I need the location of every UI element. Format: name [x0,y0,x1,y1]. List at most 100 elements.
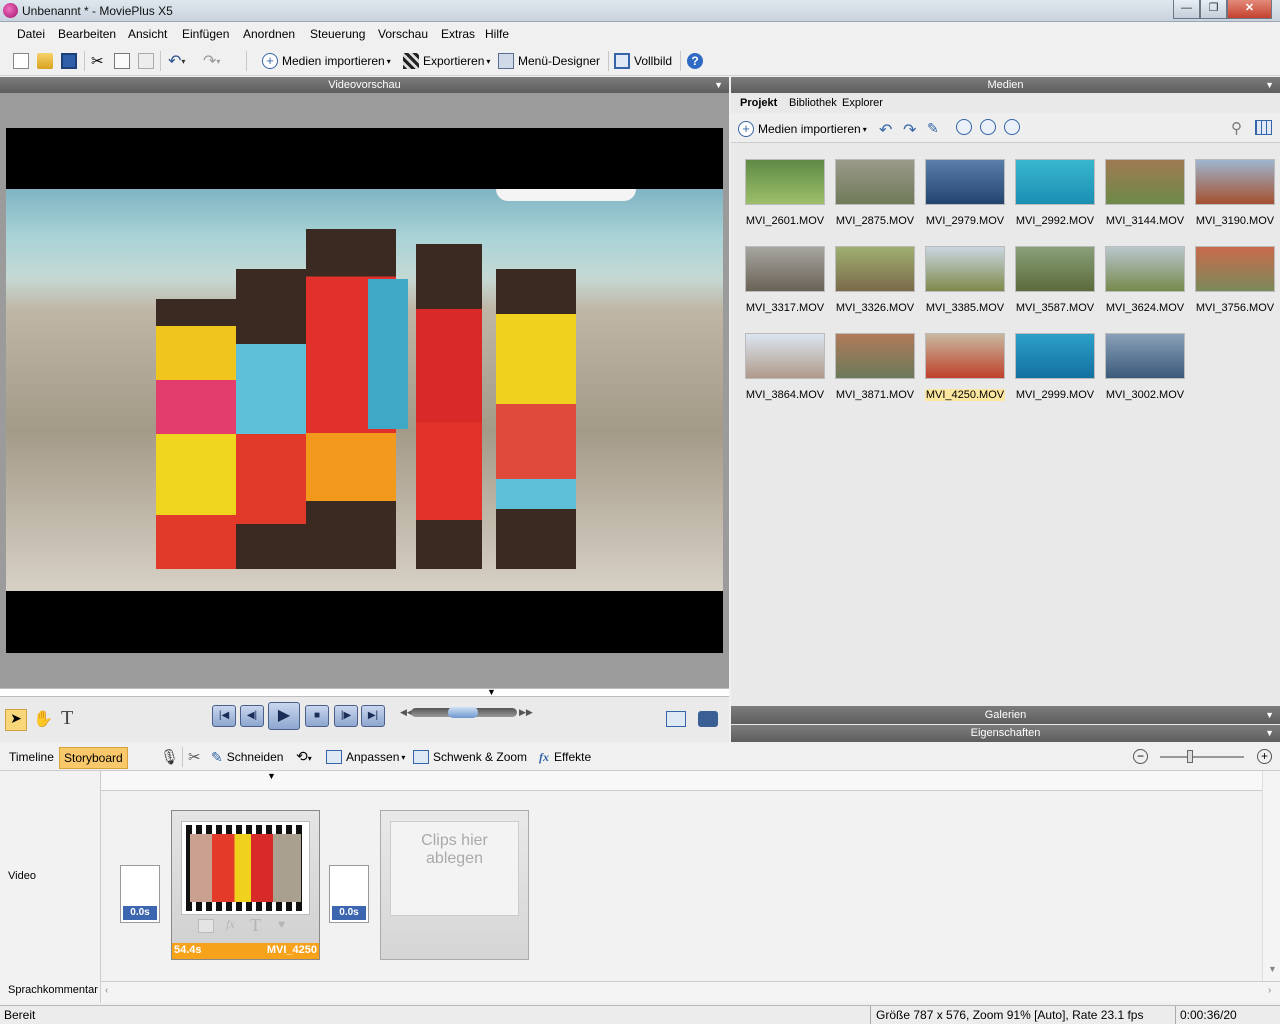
media-filename[interactable]: MVI_3326.MOV [830,302,920,314]
storyboard-clip[interactable]: fx T ♥ 54.4s MVI_4250 [171,810,320,960]
step-forward-icon[interactable]: |▶ [334,705,358,727]
scroll-left-icon[interactable]: ‹ [105,985,108,996]
media-filename[interactable]: MVI_3317.MOV [740,302,830,314]
fast-forward-icon[interactable]: ▶▶ [519,707,533,718]
grid-view-icon[interactable] [1255,120,1272,135]
redo-icon[interactable]: ↷ ▾ [203,51,220,71]
menu-ansicht[interactable]: Ansicht [128,27,167,41]
shuttle-slider[interactable] [411,707,517,718]
fit-button[interactable]: Anpassen ▾ [326,747,405,767]
expand-arrow-icon[interactable]: ▼ [1265,706,1274,724]
go-to-start-icon[interactable]: |◀ [212,705,236,727]
fullscreen-button[interactable]: Vollbild [614,51,672,71]
transition-slot[interactable]: 0.0s [120,865,160,923]
fx-icon[interactable]: fx [226,917,235,932]
tab-bibliothek[interactable]: Bibliothek [789,97,837,109]
paste-icon[interactable] [138,51,154,71]
close-button[interactable]: ✕ [1227,0,1272,19]
shuttle-thumb[interactable] [448,707,478,718]
step-back-icon[interactable]: ◀| [240,705,264,727]
tab-explorer[interactable]: Explorer [842,97,883,109]
tab-timeline[interactable]: Timeline [9,750,54,764]
media-thumbnail[interactable] [1105,159,1185,205]
media-filename[interactable]: MVI_2601.MOV [740,215,830,227]
media-filename[interactable]: MVI_2992.MOV [1010,215,1100,227]
copy-icon[interactable] [114,51,130,71]
expand-arrow-icon[interactable]: ▼ [1265,725,1274,742]
menu-extras[interactable]: Extras [441,27,475,41]
play-icon[interactable]: ▶ [268,702,300,730]
properties-panel[interactable]: Eigenschaften ▼ [731,725,1280,742]
menu-datei[interactable]: Datei [17,27,45,41]
zoom-slider[interactable] [1160,750,1244,763]
snapshot-camera-icon[interactable] [698,711,718,727]
text-icon[interactable]: T [250,915,261,936]
media-filename[interactable]: MVI_4250.MOV [925,389,1005,401]
media-thumbnail[interactable] [835,246,915,292]
menu-einfuegen[interactable]: Einfügen [182,27,229,41]
scroll-down-icon[interactable]: ▼ [1268,964,1277,974]
media-filename[interactable]: MVI_3385.MOV [920,302,1010,314]
media-thumbnail[interactable] [1015,333,1095,379]
pan-zoom-button[interactable]: Schwenk & Zoom [413,747,527,767]
text-tool-icon[interactable]: T [61,707,73,730]
search-icon[interactable]: ⚲ [1231,119,1242,137]
go-to-end-icon[interactable]: ▶| [361,705,385,727]
help-button[interactable]: ? [687,51,703,71]
scrub-bar[interactable]: ▼ [0,687,729,697]
menu-hilfe[interactable]: Hilfe [485,27,509,41]
media-filename[interactable]: MVI_3144.MOV [1100,215,1190,227]
media-thumbnail[interactable] [1105,333,1185,379]
media-thumbnail[interactable] [1105,246,1185,292]
export-button[interactable]: Exportieren ▾ [403,51,490,71]
redo-icon[interactable]: ↷ [903,120,916,140]
media-filename[interactable]: MVI_3190.MOV [1190,215,1280,227]
cut-icon[interactable]: ✂ [91,51,104,71]
media-thumbnail[interactable] [1015,159,1095,205]
media-thumbnail[interactable] [1195,159,1275,205]
playhead-marker-icon[interactable]: ▼ [267,771,276,781]
video-filter-icon[interactable] [956,119,972,138]
media-filename[interactable]: MVI_3002.MOV [1100,389,1190,401]
media-thumbnail[interactable] [835,333,915,379]
transition-slot[interactable]: 0.0s [329,865,369,923]
split-scissors-icon[interactable]: ✂ [188,748,201,766]
minimize-button[interactable]: — [1173,0,1200,19]
zoom-out-icon[interactable]: − [1133,749,1148,764]
undo-icon[interactable]: ↶ [879,120,892,140]
media-thumbnail[interactable] [835,159,915,205]
media-thumbnail[interactable] [745,246,825,292]
galleries-panel[interactable]: Galerien ▼ [731,706,1280,724]
menu-steuerung[interactable]: Steuerung [310,27,365,41]
crop-icon[interactable] [198,919,214,933]
media-filename[interactable]: MVI_3864.MOV [740,389,830,401]
zoom-in-icon[interactable]: + [1257,749,1272,764]
undo-icon[interactable]: ↶ ▾ [168,51,185,71]
drop-zone[interactable]: Clips hier ablegen [380,810,529,960]
tab-projekt[interactable]: Projekt [740,97,777,109]
menu-designer-button[interactable]: Menü-Designer [498,51,600,71]
zoom-slider-thumb[interactable] [1187,750,1193,763]
rotate-icon[interactable]: ⟲▾ [296,748,312,765]
media-thumbnail[interactable] [1015,246,1095,292]
tab-storyboard[interactable]: Storyboard [59,747,128,769]
marker-icon[interactable]: ♥ [278,917,285,931]
media-filename[interactable]: MVI_3624.MOV [1100,302,1190,314]
open-folder-icon[interactable] [37,51,53,71]
microphone-icon[interactable]: 🎙 [160,748,179,766]
menu-vorschau[interactable]: Vorschau [378,27,428,41]
media-filename[interactable]: MVI_2875.MOV [830,215,920,227]
voice-track-scrollbar[interactable]: ‹ › [101,981,1280,1001]
menu-bearbeiten[interactable]: Bearbeiten [58,27,116,41]
app-icon[interactable] [3,3,18,18]
import-media-button[interactable]: + Medien importieren ▾ [262,51,391,71]
effects-button[interactable]: fx Effekte [539,747,591,767]
media-filename[interactable]: MVI_2999.MOV [1010,389,1100,401]
trim-button[interactable]: ✎ Schneiden [211,747,283,767]
media-thumbnail[interactable] [1195,246,1275,292]
media-filename[interactable]: MVI_3756.MOV [1190,302,1280,314]
media-thumbnail[interactable] [925,333,1005,379]
media-filename[interactable]: MVI_3587.MOV [1010,302,1100,314]
audio-filter-icon[interactable] [1004,119,1020,138]
hand-tool-icon[interactable]: ✋ [33,709,53,729]
